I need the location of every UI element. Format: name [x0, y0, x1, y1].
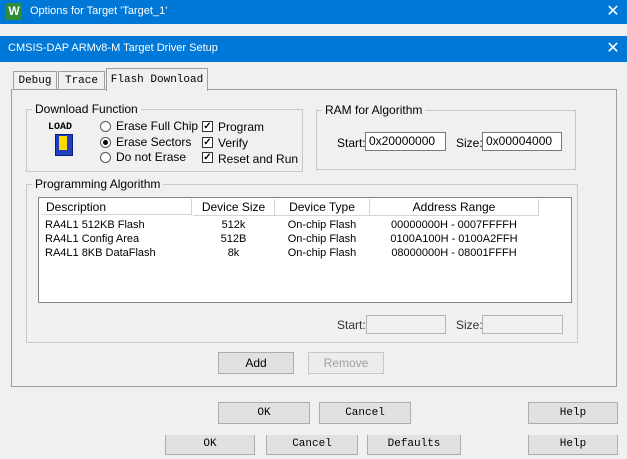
algo-size-input[interactable]: [482, 315, 563, 334]
table-row-2-address[interactable]: 08000000H - 08001FFFH: [370, 247, 538, 260]
outer-cancel-button[interactable]: Cancel: [266, 433, 358, 455]
column-header-device-type[interactable]: Device Type: [275, 199, 370, 216]
reset-and-run-checkbox[interactable]: ✓: [202, 152, 213, 163]
dialog-cancel-button[interactable]: Cancel: [319, 402, 411, 424]
outer-window-title: Options for Target 'Target_1': [30, 5, 168, 17]
table-row-1-address[interactable]: 0100A100H - 0100A2FFH: [370, 233, 538, 246]
tab-trace[interactable]: Trace: [58, 71, 105, 90]
table-row-0-address[interactable]: 00000000H - 0007FFFFH: [370, 219, 538, 232]
keil-logo-icon: W: [6, 3, 22, 20]
ram-for-algorithm-label: RAM for Algorithm: [322, 103, 426, 117]
ram-size-input[interactable]: 0x00004000: [482, 132, 562, 151]
column-header-device-size[interactable]: Device Size: [193, 199, 275, 216]
reset-and-run-label: Reset and Run: [218, 152, 299, 166]
download-function-label: Download Function: [32, 102, 141, 116]
algo-size-label: Size:: [456, 318, 483, 332]
outer-close-icon[interactable]: ✕: [603, 2, 623, 22]
verify-label: Verify: [218, 136, 249, 150]
column-header-description[interactable]: Description: [42, 199, 192, 215]
outer-ok-button[interactable]: OK: [165, 433, 255, 455]
ram-size-label: Size:: [456, 136, 483, 150]
algo-start-label: Start:: [337, 318, 366, 332]
table-row-1-size[interactable]: 512B: [193, 233, 274, 246]
column-header-address-range[interactable]: Address Range: [370, 199, 539, 216]
table-row-2-description[interactable]: RA4L1 8KB DataFlash: [45, 247, 156, 260]
erase-sectors-label: Erase Sectors: [116, 135, 192, 149]
table-row-2-size[interactable]: 8k: [193, 247, 274, 260]
ram-start-label: Start:: [337, 136, 366, 150]
do-not-erase-radio[interactable]: [100, 152, 111, 163]
add-button[interactable]: Add: [218, 352, 294, 374]
erase-sectors-radio[interactable]: [100, 137, 111, 148]
load-icon: LOAD: [48, 122, 82, 158]
table-row-0-size[interactable]: 512k: [193, 219, 274, 232]
programming-algorithm-label: Programming Algorithm: [32, 177, 164, 191]
remove-button[interactable]: Remove: [308, 352, 384, 374]
program-label: Program: [218, 120, 265, 134]
dialog-close-icon[interactable]: ✕: [603, 39, 623, 59]
table-row-0-description[interactable]: RA4L1 512KB Flash: [45, 219, 145, 232]
algo-start-input[interactable]: [366, 315, 446, 334]
tab-flash-download[interactable]: Flash Download: [106, 68, 208, 91]
outer-help-button[interactable]: Help: [528, 433, 618, 455]
load-arrow-shape: [59, 136, 67, 150]
load-icon-text: LOAD: [48, 122, 73, 133]
table-row-0-type[interactable]: On-chip Flash: [275, 219, 369, 232]
dialog-help-button[interactable]: Help: [528, 402, 618, 424]
ram-start-input[interactable]: 0x20000000: [365, 132, 446, 151]
table-row-1-description[interactable]: RA4L1 Config Area: [45, 233, 139, 246]
tab-debug[interactable]: Debug: [13, 71, 57, 90]
outer-defaults-button[interactable]: Defaults: [367, 433, 461, 455]
dialog-ok-button[interactable]: OK: [218, 402, 310, 424]
verify-checkbox[interactable]: ✓: [202, 137, 213, 148]
erase-full-chip-label: Erase Full Chip: [116, 119, 199, 133]
table-row-2-type[interactable]: On-chip Flash: [275, 247, 369, 260]
table-row-1-type[interactable]: On-chip Flash: [275, 233, 369, 246]
do-not-erase-label: Do not Erase: [116, 150, 187, 164]
dialog-title: CMSIS-DAP ARMv8-M Target Driver Setup: [8, 42, 218, 54]
program-checkbox[interactable]: ✓: [202, 121, 213, 132]
erase-full-chip-radio[interactable]: [100, 121, 111, 132]
